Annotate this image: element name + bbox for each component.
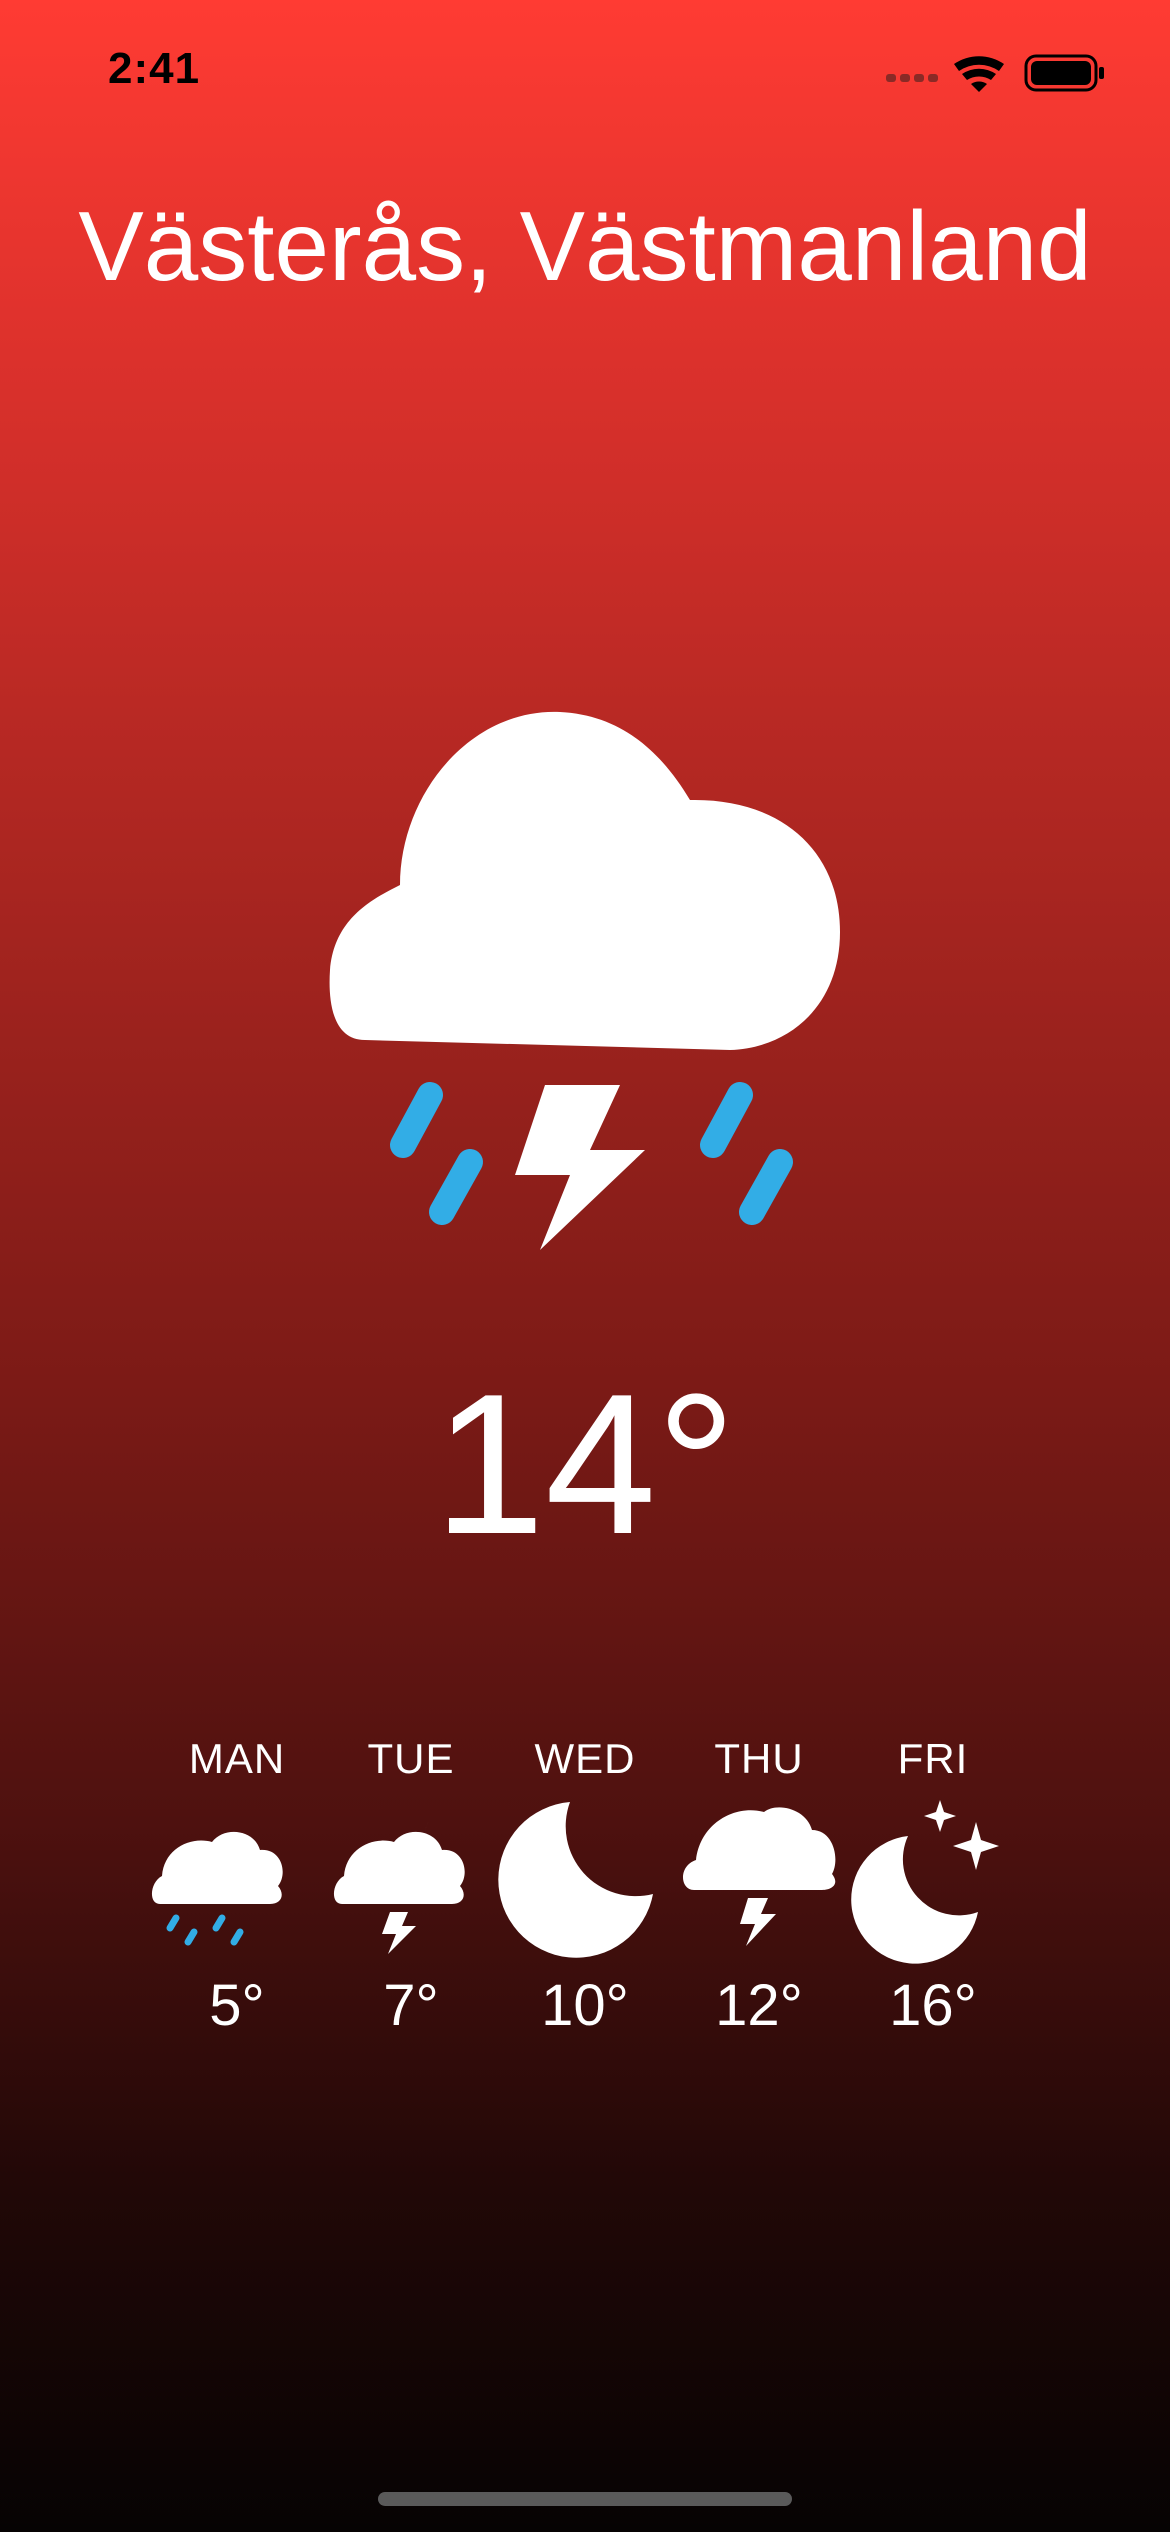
status-icons xyxy=(886,54,1104,92)
status-bar: 2:41 xyxy=(0,0,1170,140)
forecast-temperature: 10° xyxy=(541,1973,629,2038)
cloud-bolt-icon xyxy=(683,1807,836,1946)
cloud-bolt-rain-icon xyxy=(329,711,840,1250)
forecast-day-fri: FRI 16° xyxy=(846,1730,1020,2070)
forecast-day-tue: TUE 7° xyxy=(324,1730,498,2070)
forecast-temperature: 16° xyxy=(889,1973,977,2038)
status-time: 2:41 xyxy=(108,44,201,93)
location-title: Västerås, Västmanland xyxy=(78,191,1092,301)
cloud-moon-rain-icon xyxy=(151,1814,300,1946)
forecast-day-thu: THU 12° xyxy=(672,1730,846,2070)
current-temperature: 14° xyxy=(433,1353,737,1576)
moon-icon xyxy=(498,1802,653,1958)
battery-icon xyxy=(1024,54,1104,92)
cloud-moon-bolt-icon xyxy=(333,1814,484,1954)
forecast-day-label: FRI xyxy=(897,1735,969,1782)
forecast-temperature: 5° xyxy=(209,1973,265,2038)
forecast-day-wed: WED 10° xyxy=(498,1730,672,2070)
forecast-day-label: THU xyxy=(714,1735,804,1782)
forecast-temperature: 7° xyxy=(383,1973,439,2038)
forecast-temperature: 12° xyxy=(715,1973,803,2038)
home-indicator[interactable] xyxy=(378,2492,792,2506)
forecast-day-label: MAN xyxy=(188,1735,286,1782)
moon-stars-icon xyxy=(851,1800,999,1964)
forecast-day-label: TUE xyxy=(367,1735,455,1782)
signal-icon xyxy=(886,74,938,82)
forecast-day-label: WED xyxy=(534,1735,636,1782)
forecast-day-mon: MAN 5° xyxy=(150,1730,324,2070)
forecast-row: MAN 5° TUE 7° WED 10° THU 12° FRI 16° xyxy=(150,1730,1020,2070)
wifi-icon xyxy=(954,56,1004,92)
